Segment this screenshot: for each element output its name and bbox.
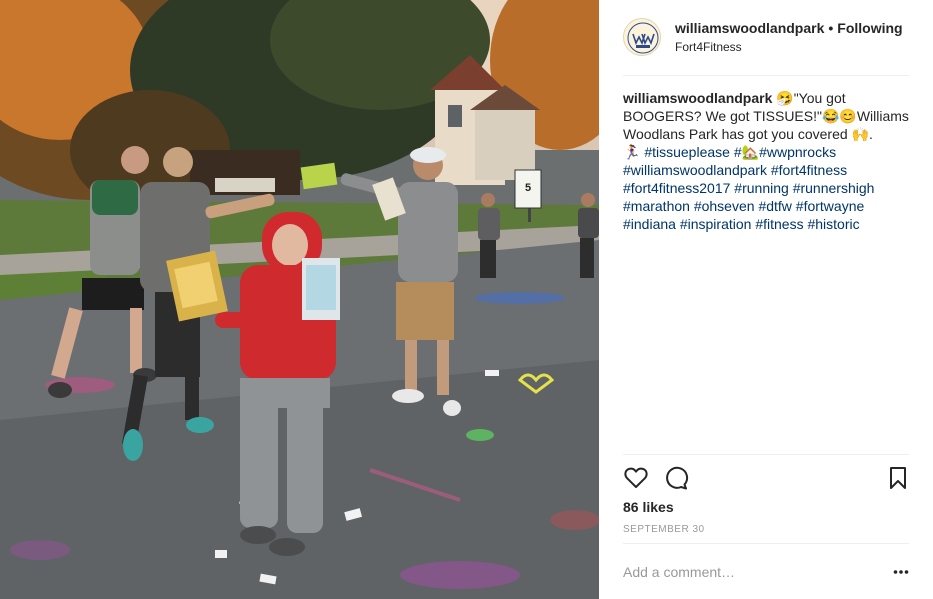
- location-link[interactable]: Fort4Fitness: [675, 40, 742, 54]
- hashtag-link[interactable]: #running: [734, 180, 789, 196]
- more-options-icon[interactable]: [893, 568, 909, 576]
- hashtag-link[interactable]: #indiana: [623, 216, 676, 232]
- hashtag-link[interactable]: #wwpnrocks: [759, 144, 836, 160]
- hashtag-link[interactable]: #fortwayne: [796, 198, 864, 214]
- actions-divider: [623, 454, 909, 455]
- avatar[interactable]: [623, 18, 661, 56]
- bookmark-icon[interactable]: [885, 465, 911, 491]
- caption-emoji: 🏃‍♀️: [623, 144, 641, 160]
- hashtag-link[interactable]: #inspiration: [680, 216, 752, 232]
- post-photo[interactable]: 5: [0, 0, 599, 599]
- caption-username-link[interactable]: williamswoodlandpark: [623, 90, 772, 106]
- like-count[interactable]: 86 likes: [623, 499, 674, 515]
- photo-illustration: 5: [0, 0, 599, 599]
- hashtag-link[interactable]: #🏡: [734, 144, 759, 160]
- post-header: williamswoodlandpark • Following Fort4Fitn…: [623, 16, 909, 60]
- hashtag-link[interactable]: #ohseven: [694, 198, 755, 214]
- username-link[interactable]: williamswoodlandpark: [675, 20, 824, 36]
- hashtag-link[interactable]: #williamswoodlandpark: [623, 162, 767, 178]
- hashtag-link[interactable]: #fitness: [755, 216, 803, 232]
- comment-icon[interactable]: [663, 465, 689, 491]
- following-button[interactable]: Following: [837, 20, 902, 36]
- post-date: SEPTEMBER 30: [623, 524, 705, 535]
- heart-icon[interactable]: [623, 465, 649, 491]
- hashtag-link[interactable]: #runnershigh: [793, 180, 875, 196]
- separator-dot: •: [828, 20, 834, 36]
- action-bar: [623, 465, 909, 491]
- header-divider: [623, 75, 909, 76]
- header-line: williamswoodlandpark • Following: [675, 20, 903, 36]
- hashtag-link[interactable]: #marathon: [623, 198, 690, 214]
- hashtag-link[interactable]: #dtfw: [758, 198, 791, 214]
- street-sign-number: 5: [525, 182, 531, 194]
- hashtag-link[interactable]: #fort4fitness: [771, 162, 847, 178]
- instagram-post: 5 williamswoodlandpark • Following Fort4…: [0, 0, 933, 599]
- hashtag-link[interactable]: #historic: [807, 216, 859, 232]
- comment-input[interactable]: [623, 562, 873, 582]
- post-sidebar: williamswoodlandpark • Following Fort4Fitn…: [599, 0, 933, 599]
- hashtag-link[interactable]: #tissueplease: [644, 144, 730, 160]
- caption: williamswoodlandpark 🤧"You got BOOGERS? …: [623, 89, 913, 233]
- comment-divider: [623, 543, 909, 544]
- profile-logo-icon: [627, 22, 659, 54]
- hashtag-link[interactable]: #fort4fitness2017: [623, 180, 730, 196]
